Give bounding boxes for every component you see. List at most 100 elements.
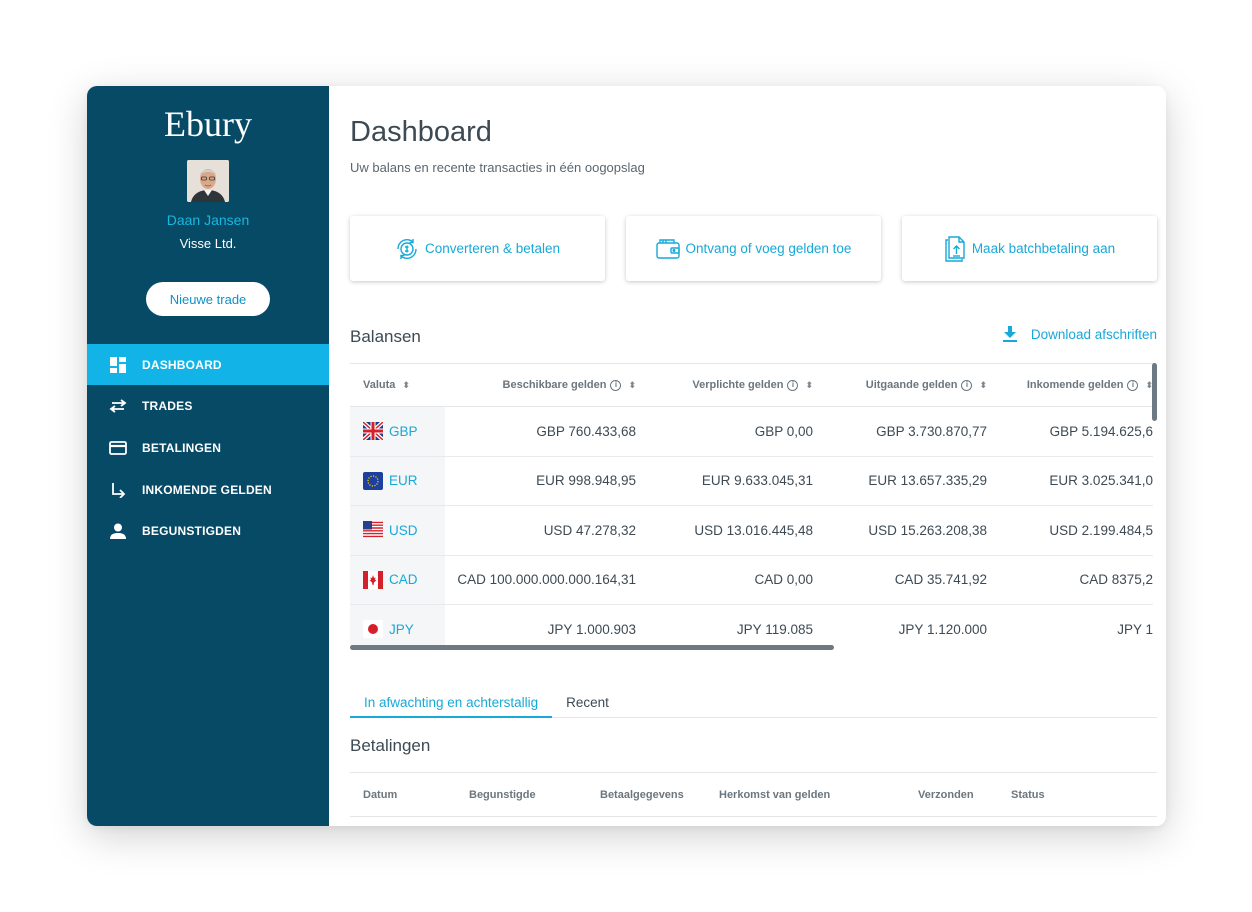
app-window: Ebury Daan Jansen Visse Ltd. Nieuwe trad…	[87, 86, 1166, 826]
currency-code[interactable]: GBP	[389, 424, 418, 439]
column-header-outgoing[interactable]: Uitgaande gelden i ⬍	[813, 379, 987, 391]
sort-icon[interactable]: ⬍	[402, 380, 410, 391]
sidebar-item-label: INKOMENDE GELDEN	[142, 482, 272, 497]
currency-cell[interactable]: GBP	[350, 407, 445, 456]
column-header-source-of-funds[interactable]: Herkomst van gelden	[719, 789, 830, 801]
table-row[interactable]: EUR EUR 998.948,95 EUR 9.633.045,31 EUR …	[350, 456, 1153, 506]
jp-flag-icon	[363, 620, 383, 639]
batch-upload-icon	[944, 235, 966, 262]
person-icon	[109, 522, 127, 540]
required-cell: JPY 119.085	[736, 621, 813, 637]
payments-title: Betalingen	[350, 736, 431, 755]
info-icon[interactable]: i	[961, 379, 973, 391]
main-content: Dashboard Uw balans en recente transacti…	[329, 86, 1166, 826]
avatar[interactable]	[187, 160, 229, 202]
arrow-down-right-icon	[109, 481, 127, 499]
column-header-currency[interactable]: Valuta ⬍	[350, 364, 445, 406]
currency-code[interactable]: EUR	[389, 473, 418, 488]
required-cell: GBP 0,00	[754, 423, 813, 439]
us-flag-icon	[363, 521, 383, 540]
new-trade-button[interactable]: Nieuwe trade	[146, 282, 270, 316]
ca-flag-icon	[363, 570, 383, 589]
available-cell: EUR 998.948,95	[536, 473, 636, 489]
payments-tabs: In afwachting en achterstallig Recent	[350, 688, 1157, 718]
company-name: Visse Ltd.	[179, 236, 237, 251]
currency-code[interactable]: CAD	[389, 572, 418, 587]
outgoing-cell: JPY 1.120.000	[898, 621, 987, 637]
required-cell: CAD 0,00	[754, 572, 813, 588]
incoming-cell: CAD 8375,2	[1079, 572, 1153, 588]
column-header-available[interactable]: Beschikbare gelden i ⬍	[445, 379, 640, 391]
sort-icon[interactable]: ⬍	[979, 380, 987, 391]
column-header-date[interactable]: Datum	[363, 789, 397, 801]
batch-payment-button[interactable]: Maak batchbetaling aan	[902, 216, 1157, 281]
swap-arrows-icon	[109, 397, 127, 415]
convert-and-pay-button[interactable]: Converteren & betalen	[350, 216, 605, 281]
table-header: Valuta ⬍ Beschikbare gelden i ⬍ Verplichte …	[350, 363, 1153, 407]
incoming-cell: GBP 5.194.625,6	[1049, 423, 1153, 439]
column-header-beneficiary[interactable]: Begunstigde	[469, 789, 536, 801]
download-label: Download afschriften	[1030, 326, 1157, 342]
sidebar-nav: DASHBOARD TRADES BETALINGEN INKOMENDE GE…	[87, 344, 329, 552]
currency-code[interactable]: JPY	[389, 622, 414, 637]
incoming-cell: EUR 3.025.341,0	[1049, 473, 1153, 489]
sidebar-item-begunstigden[interactable]: BEGUNSTIGDEN	[87, 511, 329, 552]
currency-cell[interactable]: JPY	[350, 605, 445, 648]
available-cell: GBP 760.433,68	[536, 423, 636, 439]
download-statements-link[interactable]: Download afschriften	[1002, 326, 1157, 342]
currency-code[interactable]: USD	[389, 523, 418, 538]
page-title: Dashboard	[350, 116, 492, 148]
sort-icon[interactable]: ⬍	[628, 380, 636, 391]
info-icon[interactable]: i	[1127, 379, 1139, 391]
receive-funds-button[interactable]: Ontvang of voeg gelden toe	[626, 216, 881, 281]
balances-title: Balansen	[350, 327, 421, 346]
sidebar-item-label: BEGUNSTIGDEN	[142, 524, 242, 539]
table-row[interactable]: CAD CAD 100.000.000.000.164,31 CAD 0,00 …	[350, 555, 1153, 605]
sidebar-item-inkomende-gelden[interactable]: INKOMENDE GELDEN	[87, 469, 329, 510]
credit-card-icon	[109, 439, 127, 457]
column-header-payment-details[interactable]: Betaalgegevens	[600, 789, 684, 801]
column-header-status[interactable]: Status	[1011, 789, 1045, 801]
required-cell: EUR 9.633.045,31	[701, 473, 813, 489]
available-cell: JPY 1.000.903	[547, 621, 636, 637]
horizontal-scrollbar[interactable]	[350, 645, 834, 650]
outgoing-cell: EUR 13.657.335,29	[868, 473, 987, 489]
download-icon	[1002, 326, 1017, 342]
available-cell: USD 47.278,32	[543, 522, 636, 538]
sidebar-item-dashboard[interactable]: DASHBOARD	[87, 344, 329, 385]
outgoing-cell: GBP 3.730.870,77	[876, 423, 987, 439]
action-label: Converteren & betalen	[424, 241, 561, 256]
table-row[interactable]: GBP GBP 760.433,68 GBP 0,00 GBP 3.730.87…	[350, 407, 1153, 457]
sidebar-item-trades[interactable]: TRADES	[87, 386, 329, 427]
sort-icon[interactable]: ⬍	[805, 380, 813, 391]
tab-pending-overdue[interactable]: In afwachting en achterstallig	[350, 688, 553, 718]
user-name[interactable]: Daan Jansen	[87, 212, 329, 228]
tab-recent[interactable]: Recent	[552, 688, 623, 718]
column-header-required[interactable]: Verplichte gelden i ⬍	[640, 379, 813, 391]
action-label: Maak batchbetaling aan	[971, 241, 1116, 256]
column-header-sent[interactable]: Verzonden	[918, 789, 974, 801]
info-icon[interactable]: i	[610, 379, 622, 391]
sidebar: Ebury Daan Jansen Visse Ltd. Nieuwe trad…	[87, 86, 329, 826]
table-row[interactable]: USD USD 47.278,32 USD 13.016.445,48 USD …	[350, 506, 1153, 556]
column-header-incoming[interactable]: Inkomende gelden i ⬍	[987, 379, 1153, 391]
vertical-scrollbar[interactable]	[1152, 363, 1157, 421]
action-label: Ontvang of voeg gelden toe	[685, 241, 852, 256]
payments-table-header: Datum Begunstigde Betaalgegevens Herkoms…	[350, 772, 1157, 817]
outgoing-cell: CAD 35.741,92	[894, 572, 987, 588]
currency-cell[interactable]: EUR	[350, 456, 445, 505]
wallet-icon	[655, 238, 680, 260]
currency-cell[interactable]: USD	[350, 506, 445, 555]
sidebar-item-label: BETALINGEN	[142, 440, 222, 455]
balances-table: Valuta ⬍ Beschikbare gelden i ⬍ Verplichte …	[350, 363, 1153, 648]
sidebar-item-betalingen[interactable]: BETALINGEN	[87, 427, 329, 468]
ebury-logo[interactable]: Ebury	[87, 103, 329, 145]
sidebar-item-label: TRADES	[142, 399, 193, 414]
available-cell: CAD 100.000.000.000.164,31	[457, 572, 636, 588]
page-subtitle: Uw balans en recente transacties in één …	[350, 160, 645, 175]
outgoing-cell: USD 15.263.208,38	[868, 522, 987, 538]
table-row[interactable]: JPY JPY 1.000.903 JPY 119.085 JPY 1.120.…	[350, 605, 1153, 648]
info-icon[interactable]: i	[787, 379, 799, 391]
uk-flag-icon	[363, 422, 383, 441]
currency-cell[interactable]: CAD	[350, 555, 445, 604]
